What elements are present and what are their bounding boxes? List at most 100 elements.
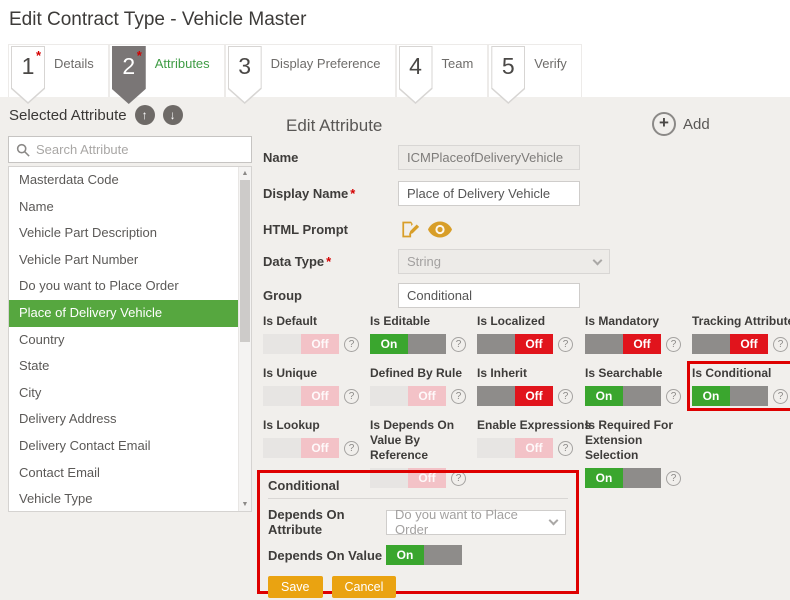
cancel-button[interactable]: Cancel <box>332 576 397 598</box>
toggle-track <box>477 386 515 406</box>
toggle-label: Enable Expressions <box>477 418 585 433</box>
help-icon[interactable]: ? <box>558 389 573 404</box>
group-field[interactable] <box>398 283 580 308</box>
save-button[interactable]: Save <box>268 576 323 598</box>
display-name-field[interactable] <box>398 181 580 206</box>
help-icon[interactable]: ? <box>666 471 681 486</box>
scroll-up-icon[interactable]: ▲ <box>239 170 251 177</box>
tab-display-preference[interactable]: 3 Display Preference <box>225 44 396 97</box>
toggle-track <box>623 386 661 406</box>
help-icon[interactable]: ? <box>344 389 359 404</box>
toggle-label: Is Inherit <box>477 366 585 381</box>
preview-eye-icon[interactable] <box>428 221 452 238</box>
toggle-label: Is Default <box>263 314 370 329</box>
toggle-track <box>424 545 462 565</box>
list-item[interactable]: Contact Email <box>9 460 251 487</box>
depends-on-attribute-select[interactable]: Do you want to Place Order <box>386 510 566 535</box>
help-icon[interactable]: ? <box>451 337 466 352</box>
name-field[interactable] <box>398 145 580 170</box>
tab-label: Team <box>442 56 474 97</box>
toggle-cell-is-unique: Is Unique Off ? <box>263 366 370 406</box>
list-item[interactable]: Do you want to Place Order <box>9 273 251 300</box>
toggle-switch[interactable]: Off <box>477 334 553 354</box>
tab-attributes[interactable]: 2 * Attributes <box>109 44 225 97</box>
help-icon[interactable]: ? <box>344 441 359 456</box>
step-badge-5: 5 <box>491 46 525 104</box>
toggle-cell-is-editable: Is Editable On ? <box>370 314 477 354</box>
list-item[interactable]: Place of Delivery Vehicle <box>9 300 251 327</box>
help-icon[interactable]: ? <box>558 441 573 456</box>
toggle-label: Tracking Attribute <box>692 314 790 329</box>
search-input[interactable] <box>36 142 244 157</box>
html-prompt-label: HTML Prompt <box>263 222 398 237</box>
list-item[interactable]: State <box>9 353 251 380</box>
toggle-switch[interactable]: Off <box>585 334 661 354</box>
tab-details[interactable]: 1 * Details <box>8 44 109 97</box>
scroll-down-icon[interactable]: ▼ <box>239 501 251 508</box>
toggle-label: Is Localized <box>477 314 585 329</box>
add-attribute-button[interactable]: + Add <box>652 112 710 136</box>
help-icon[interactable]: ? <box>558 337 573 352</box>
step-number: 5 <box>491 53 525 80</box>
toggle-label: Is Conditional <box>692 366 790 381</box>
attribute-form: Name Display Name* HTML Prompt Data Type… <box>263 145 788 308</box>
list-item[interactable]: Masterdata Code <box>9 167 251 194</box>
help-icon[interactable]: ? <box>773 389 788 404</box>
toggle-track <box>477 438 515 458</box>
conditional-heading: Conditional <box>268 478 568 499</box>
toggle-switch[interactable]: On <box>692 386 768 406</box>
scrollbar-thumb[interactable] <box>240 180 250 342</box>
list-item[interactable]: Name <box>9 194 251 221</box>
step-badge-3: 3 <box>228 46 262 104</box>
help-icon[interactable]: ? <box>451 389 466 404</box>
toggle-switch[interactable]: Off <box>477 386 553 406</box>
depends-on-value-toggle[interactable]: On <box>386 545 462 565</box>
toggle-switch[interactable]: Off <box>263 334 339 354</box>
toggle-cell-is-required-for-extension-selection: Is Required For Extension Selection On ? <box>585 418 692 488</box>
toggle-switch[interactable]: Off <box>263 438 339 458</box>
help-icon[interactable]: ? <box>666 337 681 352</box>
data-type-label: Data Type* <box>263 254 398 269</box>
attribute-search[interactable] <box>8 136 252 163</box>
sidebar-title: Selected Attribute <box>9 107 127 124</box>
toggle-switch[interactable]: On <box>585 386 661 406</box>
depends-on-value-label: Depends On Value <box>268 548 386 563</box>
scrollbar[interactable]: ▲ ▼ <box>238 167 251 511</box>
chevron-down-icon <box>593 255 603 265</box>
step-badge-4: 4 <box>399 46 433 104</box>
help-icon[interactable]: ? <box>773 337 788 352</box>
step-number: 3 <box>228 53 262 80</box>
toggle-label: Is Mandatory <box>585 314 692 329</box>
selected-value: Do you want to Place Order <box>395 507 550 537</box>
toggle-switch[interactable]: On <box>370 334 446 354</box>
help-icon[interactable]: ? <box>666 389 681 404</box>
list-item[interactable]: Delivery Contact Email <box>9 433 251 460</box>
data-type-select[interactable]: String <box>398 249 610 274</box>
selected-value: String <box>407 254 441 269</box>
toggle-switch[interactable]: Off <box>370 386 446 406</box>
toggle-cell-is-searchable: Is Searchable On ? <box>585 366 692 406</box>
toggle-switch[interactable]: Off <box>263 386 339 406</box>
help-icon[interactable]: ? <box>344 337 359 352</box>
move-up-button[interactable]: ↑ <box>135 105 155 125</box>
toggle-state-text: Off <box>301 334 339 354</box>
toggle-cell-is-mandatory: Is Mandatory Off ? <box>585 314 692 354</box>
chevron-down-icon <box>549 516 559 526</box>
list-item[interactable]: Country <box>9 327 251 354</box>
list-item[interactable]: Vehicle Type <box>9 486 251 513</box>
toggle-switch[interactable]: On <box>585 468 661 488</box>
toggle-label: Is Depends On Value By Reference <box>370 418 480 463</box>
tab-verify[interactable]: 5 Verify <box>488 44 582 97</box>
list-item[interactable]: Vehicle Part Description <box>9 220 251 247</box>
list-item[interactable]: City <box>9 380 251 407</box>
attribute-list: Masterdata Code Name Vehicle Part Descri… <box>8 166 252 512</box>
toggle-switch[interactable]: Off <box>477 438 553 458</box>
toggle-label: Is Unique <box>263 366 370 381</box>
toggle-state-text: Off <box>408 386 446 406</box>
edit-html-icon[interactable] <box>398 219 419 240</box>
move-down-button[interactable]: ↓ <box>163 105 183 125</box>
tab-team[interactable]: 4 Team <box>396 44 489 97</box>
toggle-switch[interactable]: Off <box>692 334 768 354</box>
list-item[interactable]: Delivery Address <box>9 406 251 433</box>
list-item[interactable]: Vehicle Part Number <box>9 247 251 274</box>
